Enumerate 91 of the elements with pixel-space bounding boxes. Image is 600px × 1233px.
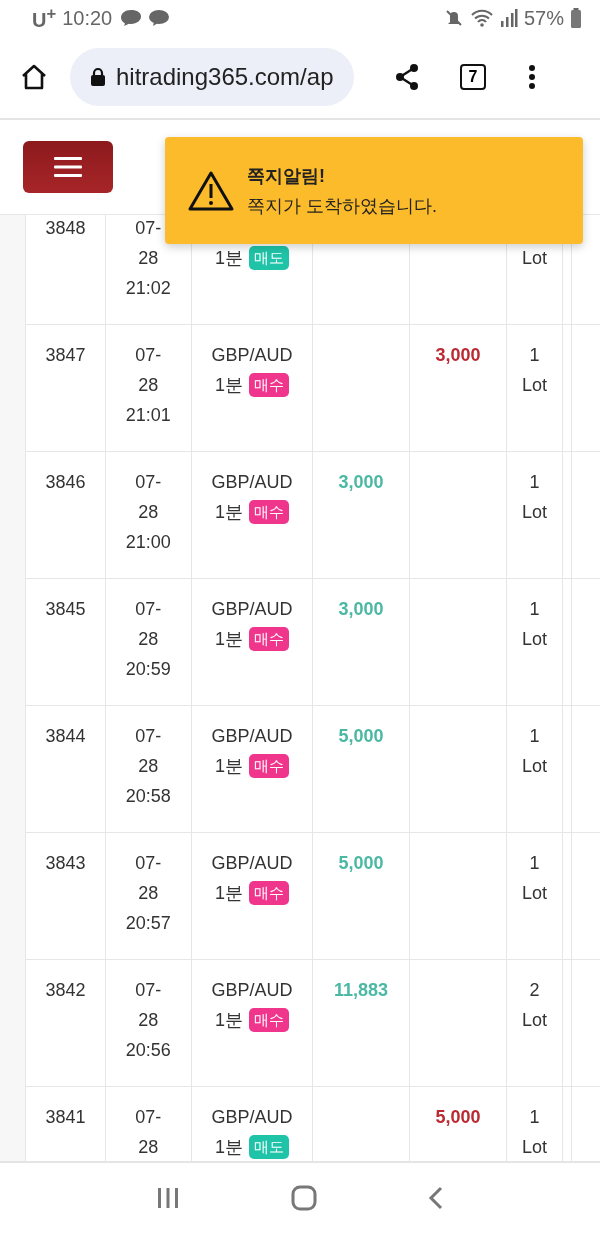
period-label: 1분: [215, 628, 243, 651]
row-number: 3847: [45, 344, 86, 367]
currency-pair: GBP/AUD: [211, 344, 293, 367]
side-tag: 매도: [249, 246, 289, 270]
mute-icon: [443, 8, 464, 28]
side-tag: 매수: [249, 1008, 289, 1032]
row-date: 07-28: [134, 598, 163, 651]
lot-count: 1: [529, 471, 540, 494]
row-date: 07-28: [134, 344, 163, 397]
row-time: 21:00: [125, 531, 171, 554]
row-number: 3845: [45, 598, 86, 621]
lock-icon: [90, 67, 106, 87]
back-icon[interactable]: [428, 1186, 445, 1210]
currency-pair: GBP/AUD: [211, 598, 293, 621]
row-time: 20:57: [125, 912, 171, 935]
row-time: 20:58: [125, 785, 171, 808]
row-date: 07-28: [134, 852, 163, 905]
clock: 10:20: [62, 6, 113, 30]
currency-pair: GBP/AUD: [211, 725, 293, 748]
loss-amount: 5,000: [435, 1106, 481, 1129]
row-number: 3844: [45, 725, 86, 748]
row-time: 21:01: [125, 404, 171, 427]
row-date: 07-28: [134, 471, 163, 524]
menu-icon: [54, 157, 82, 177]
period-label: 1분: [215, 882, 243, 905]
currency-pair: GBP/AUD: [211, 852, 293, 875]
period-label: 1분: [215, 755, 243, 778]
profit-amount: 5,000: [338, 725, 384, 748]
lot-count: 1: [529, 598, 540, 621]
period-label: 1분: [215, 1136, 243, 1159]
lot-unit: Lot: [521, 501, 547, 524]
row-number: 3842: [45, 979, 86, 1002]
toast-message: 쪽지가 도착하였습니다.: [247, 194, 437, 218]
lot-unit: Lot: [521, 882, 547, 905]
period-label: 1분: [215, 1009, 243, 1032]
row-date: 07-28: [134, 979, 163, 1032]
row-date: 07-28: [134, 725, 163, 778]
url-text: hitrading365.com/ap: [116, 63, 334, 91]
profit-amount: 3,000: [338, 471, 384, 494]
loss-amount: 3,000: [435, 344, 481, 367]
side-tag: 매수: [249, 881, 289, 905]
period-label: 1분: [215, 247, 243, 270]
lot-count: 1: [529, 1106, 540, 1129]
side-tag: 매도: [249, 1135, 289, 1159]
period-label: 1분: [215, 374, 243, 397]
lot-unit: Lot: [521, 755, 547, 778]
menu-button[interactable]: [23, 141, 113, 193]
chat-bubble-icon: [148, 9, 171, 27]
row-number: 3846: [45, 471, 86, 494]
side-tag: 매수: [249, 500, 289, 524]
lot-unit: Lot: [521, 628, 547, 651]
row-number: 3843: [45, 852, 86, 875]
row-time: 21:02: [125, 277, 171, 300]
currency-pair: GBP/AUD: [211, 1106, 293, 1129]
row-number: 3848: [45, 217, 86, 240]
home-icon[interactable]: [20, 63, 48, 91]
profit-amount: 5,000: [338, 852, 384, 875]
currency-pair: GBP/AUD: [211, 471, 293, 494]
share-icon[interactable]: [394, 63, 420, 91]
lot-count: 1: [529, 344, 540, 367]
row-date: 07-28: [134, 1106, 163, 1159]
side-tag: 매수: [249, 754, 289, 778]
battery-percent: 57%: [523, 6, 564, 30]
recent-apps-icon[interactable]: [155, 1187, 180, 1209]
row-time: 20:56: [125, 1039, 171, 1062]
side-tag: 매수: [249, 373, 289, 397]
chat-bubble-icon: [120, 9, 143, 27]
currency-pair: GBP/AUD: [211, 979, 293, 1002]
tab-count-button[interactable]: 7: [460, 64, 486, 90]
signal-icon: [499, 8, 518, 28]
row-date: 07-28: [134, 217, 163, 270]
lot-count: 1: [529, 725, 540, 748]
row-time: 20:59: [125, 658, 171, 681]
lot-unit: Lot: [521, 1009, 547, 1032]
toast-title: 쪽지알림!: [247, 164, 326, 188]
profit-amount: 3,000: [338, 598, 384, 621]
side-tag: 매수: [249, 627, 289, 651]
address-bar[interactable]: hitrading365.com/ap: [70, 48, 354, 106]
period-label: 1분: [215, 501, 243, 524]
lot-count: 1: [529, 852, 540, 875]
profit-amount: 11,883: [334, 979, 389, 1002]
warning-icon: [187, 169, 235, 212]
lot-unit: Lot: [521, 374, 547, 397]
wifi-icon: [469, 8, 494, 28]
lot-count: 2: [529, 979, 540, 1002]
lot-unit: Lot: [521, 247, 547, 270]
carrier-label: U$^{+}$: [32, 4, 57, 32]
lot-unit: Lot: [521, 1136, 547, 1159]
row-number: 3841: [45, 1106, 86, 1129]
more-icon[interactable]: [528, 64, 536, 90]
battery-icon: [570, 8, 582, 28]
